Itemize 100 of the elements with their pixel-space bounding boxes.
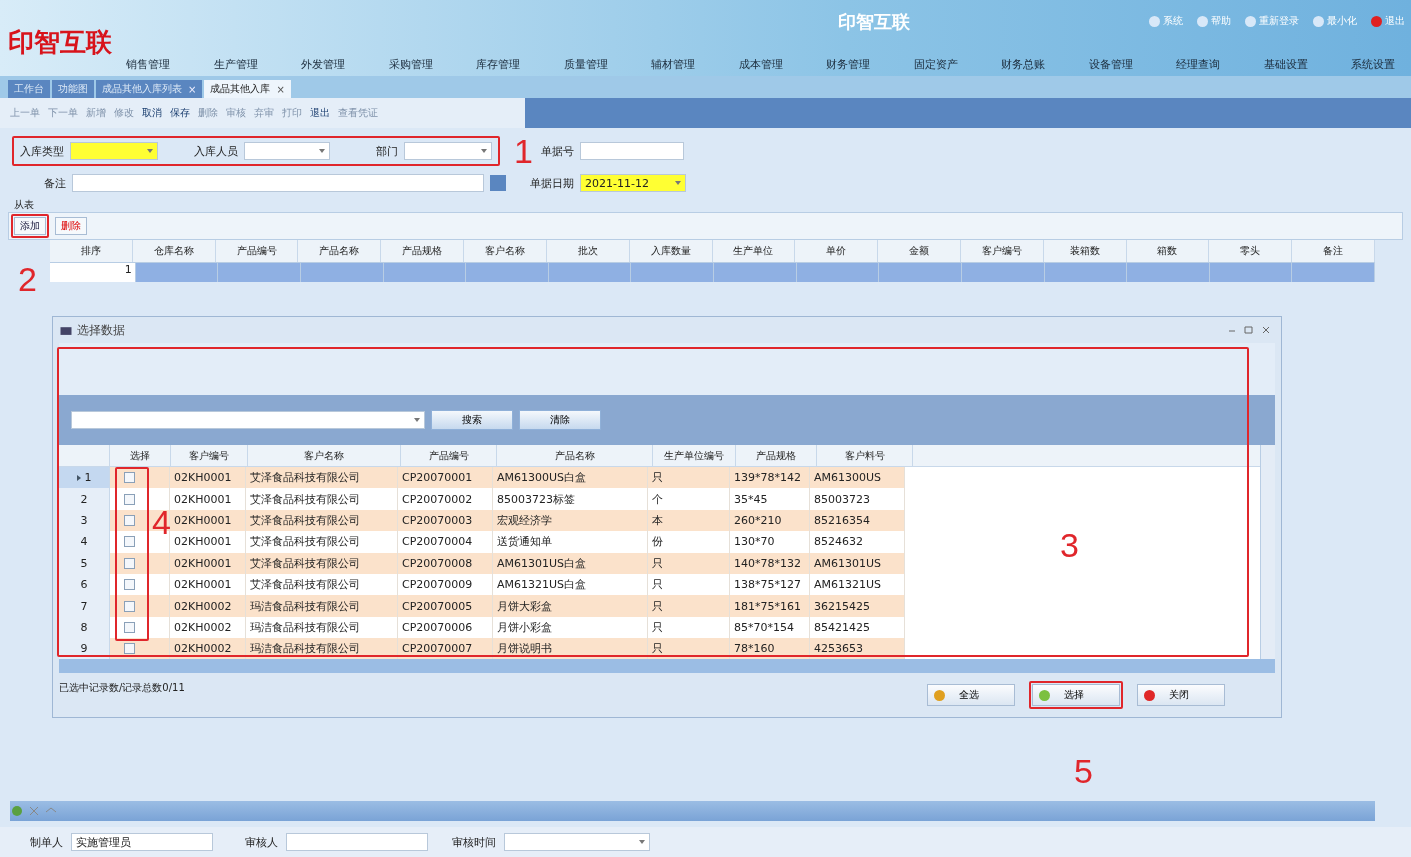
- row-header[interactable]: 8: [59, 616, 110, 639]
- row-header[interactable]: 4: [59, 531, 110, 553]
- close-icon[interactable]: ×: [276, 83, 285, 95]
- annotation-number: 3: [1060, 528, 1079, 562]
- window-icon: [59, 324, 73, 336]
- table-cell: 只: [648, 638, 730, 659]
- column-header: 产品编号: [401, 445, 497, 466]
- menu-item[interactable]: 财务管理: [826, 57, 870, 72]
- column-header: 客户名称: [248, 445, 401, 466]
- column-header: 选择: [110, 445, 171, 466]
- table-cell: CP20070008: [398, 552, 493, 574]
- column-header: 金额: [878, 240, 961, 262]
- tab-label: 成品其他入库列表: [102, 82, 182, 96]
- toolbar-button[interactable]: 退出: [310, 106, 330, 120]
- column-header: 客户料号: [817, 445, 913, 466]
- table-cell: 02KH0001: [170, 467, 246, 489]
- column-header: 产品编号: [215, 240, 299, 262]
- row-header[interactable]: 3: [59, 509, 110, 532]
- menu-item[interactable]: 系统设置: [1351, 57, 1395, 72]
- checkbox[interactable]: [124, 493, 135, 505]
- dropdown-field[interactable]: [404, 142, 492, 160]
- checkbox[interactable]: [124, 600, 135, 612]
- menu-item[interactable]: 经理查询: [1176, 57, 1220, 72]
- row-header[interactable]: 6: [59, 573, 110, 596]
- table-cell: 139*78*142: [730, 467, 810, 489]
- close-button[interactable]: 关闭: [1137, 684, 1225, 706]
- select-button[interactable]: 选择: [1032, 684, 1120, 706]
- dropdown-field[interactable]: [70, 142, 158, 160]
- table-cell: 玛洁食品科技有限公司: [246, 638, 398, 659]
- menu-item[interactable]: 财务总账: [1001, 57, 1045, 72]
- column-header: 备注: [1292, 240, 1375, 262]
- button-icon: [1039, 689, 1050, 701]
- input-field[interactable]: [72, 174, 484, 192]
- table-cell: 玛洁食品科技有限公司: [246, 595, 398, 617]
- field-label: 入库人员: [194, 143, 238, 159]
- checkbox[interactable]: [124, 557, 135, 569]
- select-all-button[interactable]: 全选: [927, 684, 1015, 706]
- row-header[interactable]: 5: [59, 552, 110, 574]
- horizontal-scrollbar[interactable]: [10, 801, 1375, 821]
- table-cell: 02KH0001: [170, 552, 246, 574]
- add-button[interactable]: 添加: [14, 217, 46, 235]
- menu-item[interactable]: 库存管理: [476, 57, 520, 72]
- menu-item[interactable]: 辅材管理: [651, 57, 695, 72]
- row-header[interactable]: 2: [59, 488, 110, 510]
- horizontal-scrollbar[interactable]: [59, 659, 1275, 673]
- table-cell: 月饼说明书: [493, 638, 648, 659]
- checkbox[interactable]: [124, 579, 135, 591]
- field-label: 部门: [376, 143, 398, 159]
- table-cell: CP20070005: [398, 595, 493, 617]
- delete-button[interactable]: 删除: [55, 217, 87, 235]
- column-header: 排序: [50, 240, 133, 262]
- document-tab[interactable]: 成品其他入库 ×: [204, 80, 291, 98]
- link-icon: [1149, 15, 1160, 27]
- search-dropdown[interactable]: [71, 411, 425, 429]
- menu-item[interactable]: 固定资产: [913, 57, 958, 72]
- column-header: 客户编号: [960, 240, 1044, 262]
- column-header: 客户编号: [171, 445, 248, 466]
- toolbar-button[interactable]: 保存: [170, 106, 190, 120]
- menu-item[interactable]: 生产管理: [213, 57, 258, 72]
- table-cell: 艾泽食品科技有限公司: [246, 467, 398, 489]
- checkbox[interactable]: [124, 536, 135, 548]
- table-cell: CP20070007: [398, 638, 493, 659]
- row-header[interactable]: 7: [59, 595, 110, 617]
- table-cell: 宏观经济学: [493, 509, 648, 532]
- table-cell: 月饼大彩盒: [493, 595, 648, 617]
- column-header: 产品规格: [381, 240, 465, 262]
- menu-item[interactable]: 销售管理: [126, 57, 170, 72]
- checkbox[interactable]: [124, 643, 135, 655]
- grid-row[interactable]: 1: [50, 263, 1375, 282]
- table-cell: CP20070003: [398, 509, 493, 532]
- row-header[interactable]: 1: [59, 467, 110, 489]
- ellipsis-button-icon[interactable]: [490, 175, 506, 191]
- row-number: 1: [50, 263, 136, 282]
- menu-item[interactable]: 采购管理: [388, 57, 433, 72]
- menu-item[interactable]: 设备管理: [1088, 57, 1133, 72]
- menu-item[interactable]: 质量管理: [563, 57, 608, 72]
- date-field[interactable]: 2021-11-12: [580, 174, 686, 192]
- annotation-number: 4: [152, 505, 171, 539]
- dropdown-field[interactable]: [244, 142, 330, 160]
- row-header[interactable]: 9: [59, 638, 110, 659]
- dropdown-field[interactable]: [504, 833, 650, 851]
- link-icon: [1313, 15, 1324, 27]
- checkbox[interactable]: [124, 621, 135, 633]
- search-button[interactable]: 搜索: [431, 410, 513, 430]
- tab-label: 工作台: [14, 82, 44, 96]
- menu-item[interactable]: 成本管理: [738, 57, 783, 72]
- field-label: 备注: [44, 175, 66, 191]
- table-cell: 260*210: [730, 509, 810, 532]
- checkbox[interactable]: [124, 472, 135, 484]
- table-cell: 02KH0002: [170, 638, 246, 659]
- toolbar-button[interactable]: 取消: [142, 106, 162, 120]
- vertical-scrollbar[interactable]: [1260, 445, 1275, 659]
- menu-item[interactable]: 外发管理: [301, 57, 345, 72]
- clear-button[interactable]: 清除: [519, 410, 601, 430]
- tab-label: 成品其他入库: [210, 82, 271, 96]
- annotation-number: 5: [1074, 754, 1093, 788]
- checkbox[interactable]: [124, 514, 135, 526]
- detail-tab[interactable]: 从表: [8, 198, 34, 212]
- input-field[interactable]: [579, 142, 684, 160]
- menu-item[interactable]: 基础设置: [1263, 57, 1308, 72]
